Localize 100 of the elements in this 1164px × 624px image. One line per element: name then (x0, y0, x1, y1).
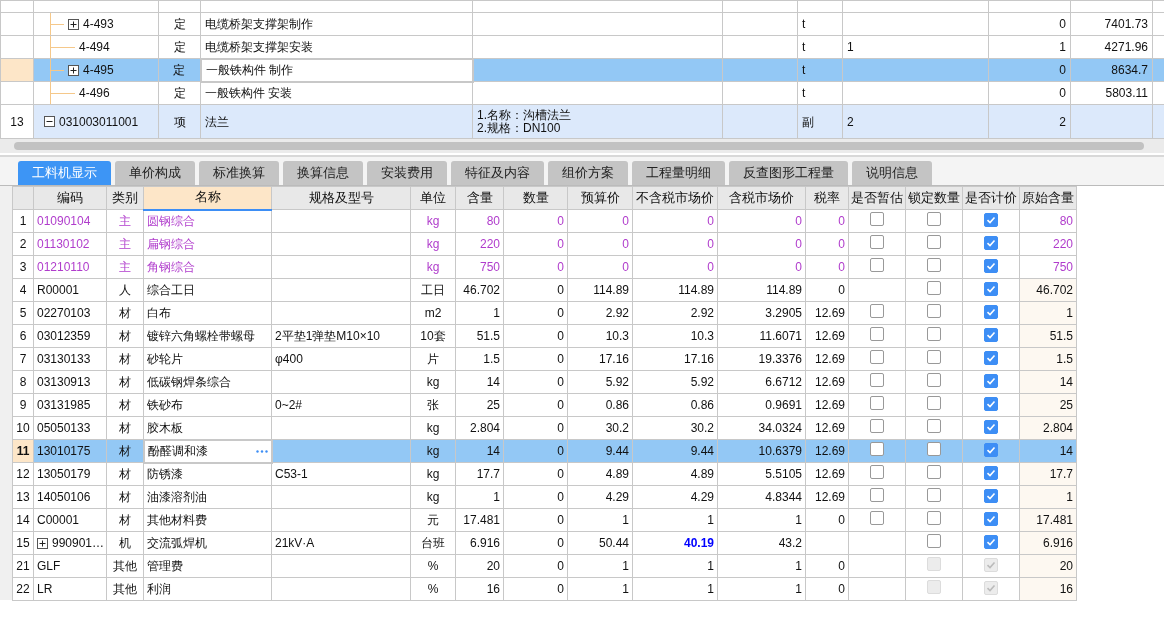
checkbox[interactable] (984, 512, 998, 526)
table-row[interactable]: 2 01130102 主 扁钢综合 kg 220 0 0 0 0 0 220 (12, 232, 1077, 256)
table-row[interactable]: 3 01210110 主 角钢综合 kg 750 0 0 0 0 0 750 (12, 255, 1077, 279)
checkbox[interactable] (984, 397, 998, 411)
checkbox[interactable] (984, 489, 998, 503)
table-row[interactable]: 10 05050133 材 胶木板 kg 2.804 0 30.2 30.2 34.0324 12.69 2.804 (12, 416, 1077, 440)
tab[interactable]: 换算信息 (283, 161, 363, 185)
scrollbar-thumb[interactable] (14, 142, 1144, 150)
column-header[interactable]: 税率 (805, 186, 849, 210)
checkbox[interactable] (870, 234, 884, 249)
checkbox[interactable] (927, 234, 941, 249)
checkbox[interactable] (870, 257, 884, 272)
column-header[interactable]: 不含税市场价 (632, 186, 718, 210)
horizontal-scrollbar[interactable] (0, 139, 1164, 153)
checkbox[interactable] (870, 211, 884, 226)
table-row[interactable]: 9 03131985 材 铁砂布 0~2# 张 25 0 0.86 0.86 0.9691 12.69 25 (12, 393, 1077, 417)
column-header[interactable]: 名称 (143, 186, 272, 210)
column-header[interactable]: 编码 (33, 186, 107, 210)
column-header[interactable]: 预算价 (567, 186, 633, 210)
checkbox[interactable] (927, 349, 941, 364)
checkbox[interactable] (870, 418, 884, 433)
unit-cell: kg (426, 467, 440, 481)
table-row[interactable]: 15 990901… 机 交流弧焊机 21kV·A 台班 6.916 0 50.44 40.19 43.2 6.916 (12, 531, 1077, 555)
checkbox[interactable] (984, 374, 998, 388)
checkbox[interactable] (984, 328, 998, 342)
checkbox[interactable] (984, 259, 998, 273)
checkbox[interactable] (927, 303, 941, 318)
checkbox[interactable] (870, 372, 884, 387)
checkbox[interactable] (870, 349, 884, 364)
checkbox[interactable] (984, 213, 998, 227)
checkbox[interactable] (927, 395, 941, 410)
checkbox[interactable] (870, 395, 884, 410)
column-header[interactable]: 数量 (503, 186, 568, 210)
price-cell: 1 (707, 582, 714, 596)
table-row[interactable]: 8 03130913 材 低碳钢焊条综合 kg 14 0 5.92 5.92 6.6712 12.69 14 (12, 370, 1077, 394)
table-row[interactable]: 12 13050179 材 防锈漆 C53-1 kg 17.7 0 4.89 4.89 5.5105 12.69 17.7 (12, 462, 1077, 486)
table-row[interactable]: 1 01090104 主 圆钢综合 kg 80 0 0 0 0 0 80 (12, 209, 1077, 233)
code-cell-text: 01130102 (37, 236, 90, 253)
row-number: 9 (19, 398, 27, 412)
checkbox[interactable] (927, 211, 941, 226)
checkbox[interactable] (870, 464, 884, 479)
tab[interactable]: 工程量明细 (632, 161, 725, 185)
checkbox[interactable] (927, 510, 941, 525)
checkbox[interactable] (927, 418, 941, 433)
checkbox[interactable] (927, 326, 941, 341)
column-header[interactable]: 锁定数量 (905, 186, 963, 210)
checkbox[interactable] (927, 372, 941, 387)
checkbox[interactable] (927, 464, 941, 479)
expand-icon[interactable] (68, 18, 79, 30)
tab[interactable]: 标准换算 (199, 161, 279, 185)
column-header[interactable]: 是否暂估 (848, 186, 906, 210)
checkbox[interactable] (984, 535, 998, 549)
column-header[interactable]: 含税市场价 (717, 186, 806, 210)
checkbox[interactable] (984, 305, 998, 319)
tab[interactable]: 组价方案 (548, 161, 628, 185)
table-row[interactable]: 6 03012359 材 镀锌六角螺栓带螺母 2平垫1弹垫M10×10 10套 51.5 0 10.3 10.3 11.6071 12.69 51.5 (12, 324, 1077, 348)
table-row[interactable]: 13 14050106 材 油漆溶剂油 kg 1 0 4.29 4.29 4.8344 12.69 1 (12, 485, 1077, 509)
column-header[interactable]: 单位 (410, 186, 456, 210)
checkbox[interactable] (984, 420, 998, 434)
column-header[interactable]: 原始含量 (1019, 186, 1077, 210)
checkbox[interactable] (984, 466, 998, 480)
checkbox[interactable] (870, 487, 884, 502)
checkbox[interactable] (984, 236, 998, 250)
tab[interactable]: 说明信息 (852, 161, 932, 185)
column-header[interactable]: 含量 (455, 186, 504, 210)
checkbox[interactable] (927, 441, 941, 456)
checkbox[interactable] (927, 257, 941, 272)
checkbox[interactable] (984, 282, 998, 296)
table-row[interactable]: 5 02270103 材 白布 m2 1 0 2.92 2.92 3.2905 12.69 1 (12, 301, 1077, 325)
expand-icon[interactable] (37, 537, 48, 549)
price-cell: 10.3 (605, 329, 629, 343)
row-number: 7 (19, 352, 27, 366)
unit-cell: t (802, 63, 806, 77)
table-row[interactable]: 7 03130133 材 砂轮片 φ400 片 1.5 0 17.16 17.16 19.3376 12.69 1.5 (12, 347, 1077, 371)
tab[interactable]: 安装费用 (367, 161, 447, 185)
more-icon[interactable] (255, 449, 268, 453)
tab[interactable]: 特征及内容 (451, 161, 544, 185)
checkbox[interactable] (870, 441, 884, 456)
checkbox[interactable] (927, 533, 941, 548)
expand-icon[interactable] (68, 64, 79, 76)
code-cell-text: 4-496 (79, 85, 110, 102)
column-header[interactable]: 规格及型号 (271, 186, 411, 210)
checkbox[interactable] (984, 351, 998, 365)
column-header[interactable]: 是否计价 (962, 186, 1020, 210)
checkbox[interactable] (984, 443, 998, 457)
collapse-icon[interactable] (44, 116, 55, 127)
column-header[interactable]: 类别 (106, 186, 144, 210)
tab[interactable]: 单价构成 (115, 161, 195, 185)
name-cell: 一般铁构件 安装 (205, 86, 293, 101)
checkbox[interactable] (870, 510, 884, 525)
table-row[interactable]: 4 R00001 人 综合工日 工日 46.702 0 114.89 114.89 114.89 0 46.702 (12, 278, 1077, 302)
feature-line: 2.规格：DN100 (477, 121, 562, 135)
checkbox[interactable] (927, 487, 941, 502)
checkbox[interactable] (870, 303, 884, 318)
table-row[interactable]: 14 C00001 材 其他材料费 元 17.481 0 1 1 1 0 17.481 (12, 508, 1077, 532)
table-row[interactable]: 11 13010175 材 酚醛调和漆 kg 14 0 9.44 9.44 10.6379 12.69 14 (12, 439, 1077, 463)
tab[interactable]: 反查图形工程量 (729, 161, 848, 185)
checkbox[interactable] (927, 280, 941, 295)
code-cell-text: 990901… (52, 535, 105, 552)
checkbox[interactable] (870, 326, 884, 341)
